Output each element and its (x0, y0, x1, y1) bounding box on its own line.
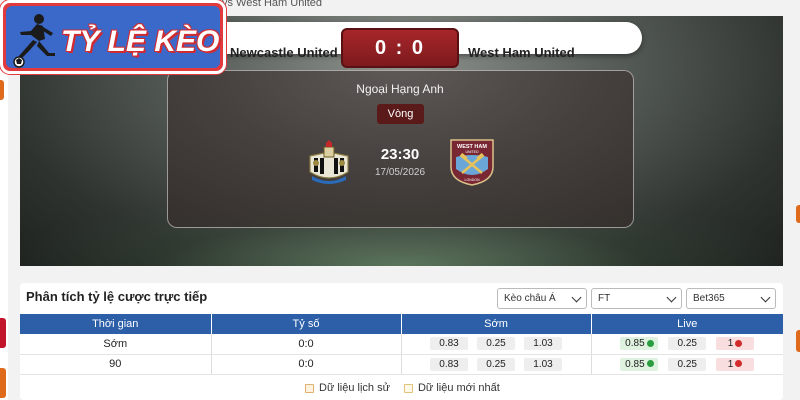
live-home-odds-value: 0.85 (625, 338, 645, 350)
legend-latest-swatch (403, 383, 413, 393)
legend-history-label: Dữ liệu lịch sử (319, 382, 390, 394)
svg-text:UNITED: UNITED (465, 150, 479, 154)
early-home-odds[interactable]: 0.83 (430, 357, 468, 371)
live-home-odds[interactable]: 0.85 (620, 357, 659, 371)
arrow-up-icon (646, 340, 654, 348)
breadcrumb[interactable]: vs West Ham United (222, 0, 322, 9)
legend-latest-label: Dữ liệu mới nhất (417, 382, 500, 394)
odds-analysis-title: Phân tích tỷ lệ cược trực tiếp (26, 289, 208, 304)
chevron-down-icon (666, 292, 677, 303)
right-edge-accent (796, 205, 800, 223)
west-ham-crest-icon[interactable]: WEST HAM UNITED LONDON (448, 137, 496, 187)
data-legend: Dữ liệu lịch sử Dữ liệu mới nhất (305, 382, 500, 394)
early-home-odds[interactable]: 0.83 (430, 337, 468, 351)
left-edge-accent (0, 368, 6, 398)
table-row: 90 0:0 0.83 0.25 1.03 0.85 0.25 1 (20, 354, 783, 375)
round-badge: Vòng (377, 104, 424, 124)
right-edge-accent (796, 330, 800, 352)
bookmaker-select[interactable]: Bet365 (686, 288, 776, 309)
early-away-odds[interactable]: 1.03 (524, 337, 562, 351)
live-away-odds[interactable]: 1 (716, 357, 755, 371)
legend-latest: Dữ liệu mới nhất (403, 382, 500, 394)
match-score: 0 : 0 (341, 28, 459, 68)
early-odds-cell: 0.83 0.25 1.03 (401, 354, 592, 375)
kickoff-time: 23:30 (380, 146, 420, 163)
odds-type-select[interactable]: Kèo châu Á (497, 288, 587, 309)
football-player-icon (13, 14, 55, 68)
live-handicap[interactable]: 0.25 (668, 337, 707, 351)
chevron-down-icon (571, 292, 582, 303)
site-logo[interactable]: TỶ LỆ KÈO (0, 0, 226, 74)
odds-table: Thời gian Tỷ số Sớm Live Sớm 0:0 0.83 0.… (20, 314, 783, 375)
column-header-early: Sớm (401, 314, 592, 334)
legend-history: Dữ liệu lịch sử (305, 382, 390, 394)
legend-history-swatch (305, 383, 314, 393)
league-name: Ngoại Hạng Anh (356, 82, 444, 96)
table-header-row: Thời gian Tỷ số Sớm Live (20, 314, 783, 334)
row-score: 0:0 (211, 334, 402, 355)
live-handicap[interactable]: 0.25 (668, 357, 707, 371)
column-header-score: Tỷ số (211, 314, 402, 334)
odds-type-select-value: Kèo châu Á (504, 293, 556, 304)
home-team-name[interactable]: Newcastle United (230, 45, 338, 60)
page-root: vs West Ham United Newcastle United West… (0, 0, 800, 400)
live-away-odds-value: 1 (727, 338, 734, 350)
live-odds-cell: 0.85 0.25 1 (591, 354, 783, 375)
early-handicap[interactable]: 0.25 (477, 357, 515, 371)
live-away-odds-value: 1 (727, 358, 734, 370)
live-away-odds[interactable]: 1 (716, 337, 755, 351)
svg-text:LONDON: LONDON (465, 178, 480, 182)
live-home-odds-value: 0.85 (625, 358, 645, 370)
arrow-up-icon (646, 360, 654, 368)
arrow-down-icon (735, 360, 743, 368)
away-team-name[interactable]: West Ham United (468, 45, 575, 60)
row-score: 0:0 (211, 354, 402, 375)
left-edge-accent (0, 318, 6, 348)
row-time: Sớm (20, 334, 212, 355)
period-select-value: FT (598, 293, 611, 304)
early-odds-cell: 0.83 0.25 1.03 (401, 334, 592, 355)
kickoff-date: 17/05/2026 (374, 167, 426, 178)
bookmaker-select-value: Bet365 (693, 293, 725, 304)
early-away-odds[interactable]: 1.03 (524, 357, 562, 371)
column-header-time: Thời gian (20, 314, 212, 334)
early-handicap[interactable]: 0.25 (477, 337, 515, 351)
live-odds-cell: 0.85 0.25 1 (591, 334, 783, 355)
table-row: Sớm 0:0 0.83 0.25 1.03 0.85 0.25 1 (20, 334, 783, 355)
period-select[interactable]: FT (591, 288, 682, 309)
arrow-down-icon (735, 340, 743, 348)
chevron-down-icon (760, 292, 771, 303)
column-header-live: Live (591, 314, 783, 334)
logo-text: TỶ LỆ KÈO (61, 25, 220, 58)
row-time: 90 (20, 354, 212, 375)
live-home-odds[interactable]: 0.85 (620, 337, 659, 351)
newcastle-crest-icon[interactable] (306, 138, 352, 186)
